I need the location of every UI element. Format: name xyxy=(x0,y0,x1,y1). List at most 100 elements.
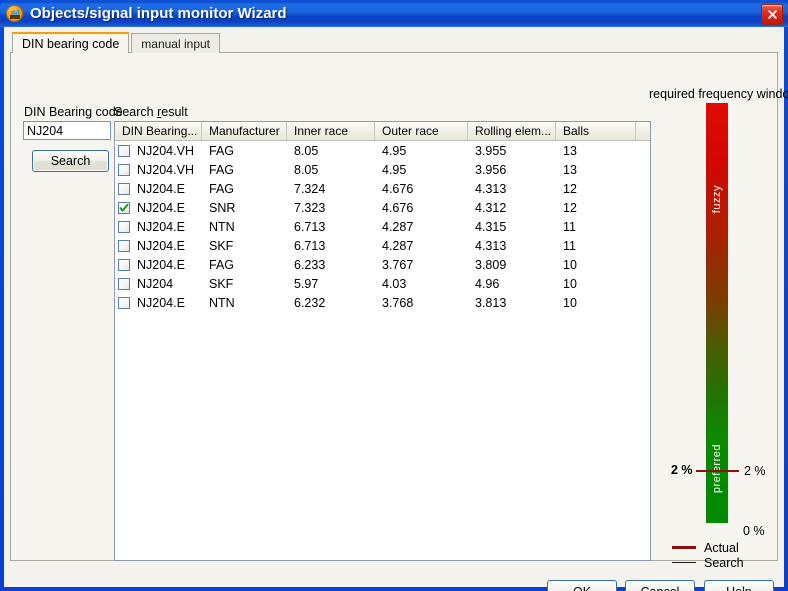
table-cell-inner: 7.324 xyxy=(294,181,326,196)
checkbox-icon[interactable] xyxy=(118,220,130,233)
table-row[interactable]: NJ204.E NTN 6.713 4.287 4.315 11 xyxy=(115,217,650,236)
checkbox-icon[interactable] xyxy=(118,277,130,290)
table-cell-bearing: NJ204.E xyxy=(115,217,202,236)
table-cell-balls: 11 xyxy=(563,238,576,253)
table-cell-outer: 4.95 xyxy=(382,162,407,177)
table-cell-text: NJ204.E xyxy=(137,238,185,253)
actual-line-icon xyxy=(672,546,696,549)
grid-column-header[interactable]: Outer race xyxy=(375,122,468,140)
table-cell-rolling: 3.809 xyxy=(475,257,507,272)
table-cell-manufacturer: NTN xyxy=(209,219,235,234)
search-input[interactable] xyxy=(23,121,111,140)
table-cell-manufacturer: FAG xyxy=(209,181,235,196)
table-cell-manufacturer: FAG xyxy=(209,257,235,272)
search-result-grid[interactable]: DIN Bearing... Manufacturer Inner race Oute… xyxy=(114,121,651,561)
legend-item-search: Search xyxy=(672,555,772,570)
grid-column-header[interactable] xyxy=(636,122,650,140)
table-cell-bearing: NJ204.E xyxy=(115,198,202,217)
table-cell-text: NJ204.VH xyxy=(137,162,194,177)
tab-label: DIN bearing code xyxy=(22,36,120,51)
table-cell-bearing: NJ204.VH xyxy=(115,141,202,160)
legend-item-actual: Actual xyxy=(672,540,772,555)
table-cell-outer: 4.95 xyxy=(382,143,407,158)
table-cell-text: NJ204.E xyxy=(137,257,185,272)
table-row[interactable]: NJ204.E SKF 6.713 4.287 4.313 11 xyxy=(115,236,650,255)
table-cell-outer: 4.676 xyxy=(382,181,414,196)
table-row[interactable]: NJ204.E NTN 6.232 3.768 3.813 10 xyxy=(115,293,650,312)
legend-label: Actual xyxy=(704,540,739,555)
table-cell-bearing: NJ204 xyxy=(115,274,202,293)
table-cell-inner: 6.713 xyxy=(294,238,326,253)
cancel-button[interactable]: Cancel xyxy=(625,580,695,591)
checkbox-icon[interactable] xyxy=(118,258,130,271)
tab-strip: DIN bearing code manual input xyxy=(12,32,220,53)
table-cell-rolling: 4.313 xyxy=(475,238,507,253)
checkbox-icon[interactable] xyxy=(118,163,130,176)
table-cell-text: NJ204.E xyxy=(137,200,185,215)
table-cell-balls: 12 xyxy=(563,200,577,215)
table-cell-rolling: 4.96 xyxy=(475,276,500,291)
grid-column-header[interactable]: Rolling elem... xyxy=(468,122,556,140)
table-cell-manufacturer: SKF xyxy=(209,238,234,253)
search-result-label-pre: Search xyxy=(114,105,158,119)
grid-column-header[interactable]: Manufacturer xyxy=(202,122,287,140)
table-row[interactable]: NJ204.VH FAG 8.05 4.95 3.956 13 xyxy=(115,160,650,179)
ok-button[interactable]: OK xyxy=(547,580,617,591)
table-cell-bearing: NJ204.VH xyxy=(115,160,202,179)
tab-label: manual input xyxy=(141,36,210,51)
table-cell-rolling: 3.955 xyxy=(475,143,507,158)
table-cell-inner: 6.713 xyxy=(294,219,326,234)
table-cell-rolling: 4.312 xyxy=(475,200,507,215)
checkbox-icon[interactable] xyxy=(118,182,130,195)
table-cell-balls: 10 xyxy=(563,257,577,272)
table-cell-outer: 4.676 xyxy=(382,200,414,215)
search-result-label: Search result xyxy=(114,105,188,119)
grid-column-header[interactable]: DIN Bearing... xyxy=(115,122,202,140)
table-cell-inner: 8.05 xyxy=(294,143,319,158)
tab-din-bearing-code[interactable]: DIN bearing code xyxy=(12,32,130,53)
table-cell-rolling: 3.813 xyxy=(475,295,507,310)
legend-label: Search xyxy=(704,555,744,570)
table-cell-inner: 8.05 xyxy=(294,162,319,177)
close-icon[interactable] xyxy=(761,4,783,25)
table-cell-rolling: 4.315 xyxy=(475,219,507,234)
fuzzy-zone-label: fuzzy xyxy=(711,185,723,214)
table-cell-balls: 12 xyxy=(563,181,577,196)
bearing-icon xyxy=(6,5,23,22)
preferred-zone-label: preferred xyxy=(711,444,723,494)
table-row[interactable]: NJ204.E FAG 7.324 4.676 4.313 12 xyxy=(115,179,650,198)
table-row[interactable]: NJ204.VH FAG 8.05 4.95 3.955 13 xyxy=(115,141,650,160)
table-row[interactable]: NJ204.E SNR 7.323 4.676 4.312 12 xyxy=(115,198,650,217)
table-cell-manufacturer: SKF xyxy=(209,276,234,291)
table-cell-outer: 4.03 xyxy=(382,276,407,291)
table-cell-inner: 6.233 xyxy=(294,257,326,272)
checkbox-icon[interactable] xyxy=(118,239,130,252)
table-cell-manufacturer: NTN xyxy=(209,295,235,310)
table-cell-bearing: NJ204.E xyxy=(115,255,202,274)
search-line-icon xyxy=(672,562,696,563)
table-cell-manufacturer: SNR xyxy=(209,200,236,215)
grid-column-header[interactable]: Inner race xyxy=(287,122,375,140)
marker-value-left: 2 % xyxy=(671,463,693,477)
table-cell-text: NJ204 xyxy=(137,276,174,291)
table-cell-outer: 3.768 xyxy=(382,295,414,310)
table-cell-balls: 13 xyxy=(563,143,577,158)
title-bar: Objects/signal input monitor Wizard xyxy=(0,0,788,27)
grid-body: NJ204.VH FAG 8.05 4.95 3.955 13 NJ204.VH FAG 8.0… xyxy=(115,141,650,312)
table-cell-bearing: NJ204.E xyxy=(115,293,202,312)
table-row[interactable]: NJ204.E FAG 6.233 3.767 3.809 10 xyxy=(115,255,650,274)
table-cell-bearing: NJ204.E xyxy=(115,236,202,255)
tab-manual-input[interactable]: manual input xyxy=(131,33,220,53)
table-cell-text: NJ204.E xyxy=(137,219,185,234)
search-button[interactable]: Search xyxy=(32,150,109,172)
table-cell-manufacturer: FAG xyxy=(209,143,235,158)
help-button[interactable]: Help xyxy=(704,580,774,591)
checkbox-checked-icon[interactable] xyxy=(118,201,130,214)
checkbox-icon[interactable] xyxy=(118,296,130,309)
table-row[interactable]: NJ204 SKF 5.97 4.03 4.96 10 xyxy=(115,274,650,293)
table-cell-manufacturer: FAG xyxy=(209,162,235,177)
table-cell-balls: 10 xyxy=(563,276,577,291)
checkbox-icon[interactable] xyxy=(118,144,130,157)
din-bearing-code-label: DIN Bearing code xyxy=(24,105,123,119)
grid-column-header[interactable]: Balls xyxy=(556,122,636,140)
